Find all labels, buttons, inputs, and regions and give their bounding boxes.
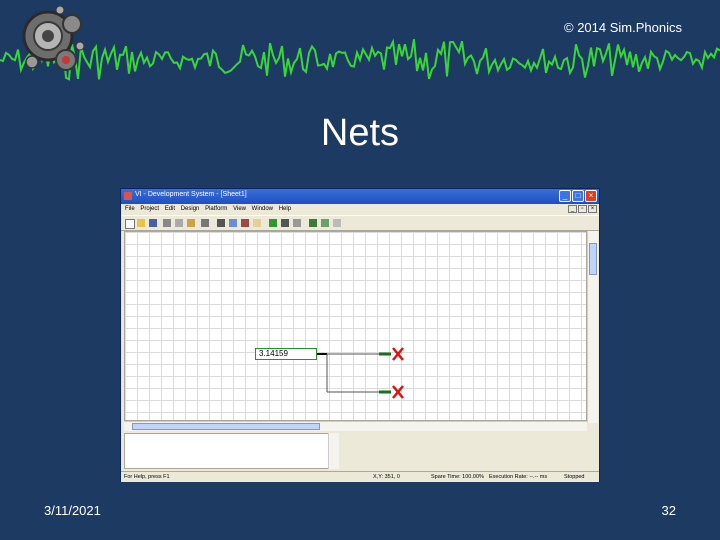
new-icon[interactable]: [125, 219, 135, 229]
app-icon: [124, 192, 132, 200]
menu-platform[interactable]: Platform: [205, 206, 227, 212]
vertical-scroll-thumb[interactable]: [589, 243, 597, 275]
menu-edit[interactable]: Edit: [165, 206, 175, 212]
status-help: For Help, press F1: [124, 474, 170, 480]
window-title: VI - Development System - [Sheet1]: [135, 191, 247, 198]
menu-help[interactable]: Help: [279, 206, 291, 212]
menu-project[interactable]: Project: [140, 206, 159, 212]
mdi-restore-button[interactable]: ▫: [578, 205, 587, 213]
cut-icon[interactable]: [163, 219, 171, 227]
output-pane: [124, 433, 338, 469]
output-scrollbar[interactable]: [328, 433, 339, 469]
horizontal-scrollbar[interactable]: [124, 421, 587, 431]
upload-icon[interactable]: [321, 219, 329, 227]
minimize-button[interactable]: _: [559, 190, 571, 202]
menu-design[interactable]: Design: [181, 206, 200, 212]
status-coords: X,Y: 351, 0: [373, 474, 400, 480]
status-bar: For Help, press F1 X,Y: 351, 0 Spare Tim…: [121, 471, 599, 482]
open-icon[interactable]: [137, 219, 145, 227]
net-wires: [317, 347, 404, 399]
slide-title: Nets: [320, 112, 400, 154]
app-window-screenshot: VI - Development System - [Sheet1] _ □ ×…: [120, 188, 600, 482]
vertical-scrollbar[interactable]: [587, 231, 598, 423]
status-exec-rate: Execution Rate: --.-- ms: [489, 474, 548, 480]
pointer-icon[interactable]: [217, 219, 225, 227]
menu-file[interactable]: File: [125, 206, 135, 212]
mdi-close-button[interactable]: ×: [588, 205, 597, 213]
settings-icon[interactable]: [333, 219, 341, 227]
stop-icon[interactable]: [281, 219, 289, 227]
maximize-button[interactable]: □: [572, 190, 584, 202]
paste-icon[interactable]: [187, 219, 195, 227]
toolbar: [121, 215, 599, 231]
status-spare-time: Spare Time: 100.00%: [431, 474, 484, 480]
step-icon[interactable]: [293, 219, 301, 227]
zoom-icon[interactable]: [229, 219, 237, 227]
menu-view[interactable]: View: [233, 206, 246, 212]
run-icon[interactable]: [269, 219, 277, 227]
print-icon[interactable]: [201, 219, 209, 227]
waveform-banner: [0, 38, 720, 81]
mdi-minimize-button[interactable]: _: [568, 205, 577, 213]
note-icon[interactable]: [253, 219, 261, 227]
slide-date: 3/11/2021: [44, 503, 101, 518]
copy-icon[interactable]: [175, 219, 183, 227]
wire-icon[interactable]: [241, 219, 249, 227]
copyright-text: © 2014 Sim.Phonics: [564, 20, 682, 35]
slide-background: © 2014 Sim.Phonics Nets VI - Development…: [0, 0, 720, 540]
menu-bar: File Project Edit Design Platform View W…: [121, 204, 599, 215]
status-state: Stopped: [564, 474, 585, 480]
close-button[interactable]: ×: [585, 190, 597, 202]
gear-logo: [22, 5, 85, 71]
save-icon[interactable]: [149, 219, 157, 227]
horizontal-scroll-thumb[interactable]: [132, 423, 320, 430]
schematic-canvas[interactable]: 3.14159: [124, 231, 587, 421]
window-titlebar: VI - Development System - [Sheet1] _ □ ×: [121, 189, 599, 204]
menu-window[interactable]: Window: [252, 206, 273, 212]
slide-page-number: 32: [661, 503, 676, 518]
unconnected-x-icon: [392, 347, 404, 399]
download-icon[interactable]: [309, 219, 317, 227]
